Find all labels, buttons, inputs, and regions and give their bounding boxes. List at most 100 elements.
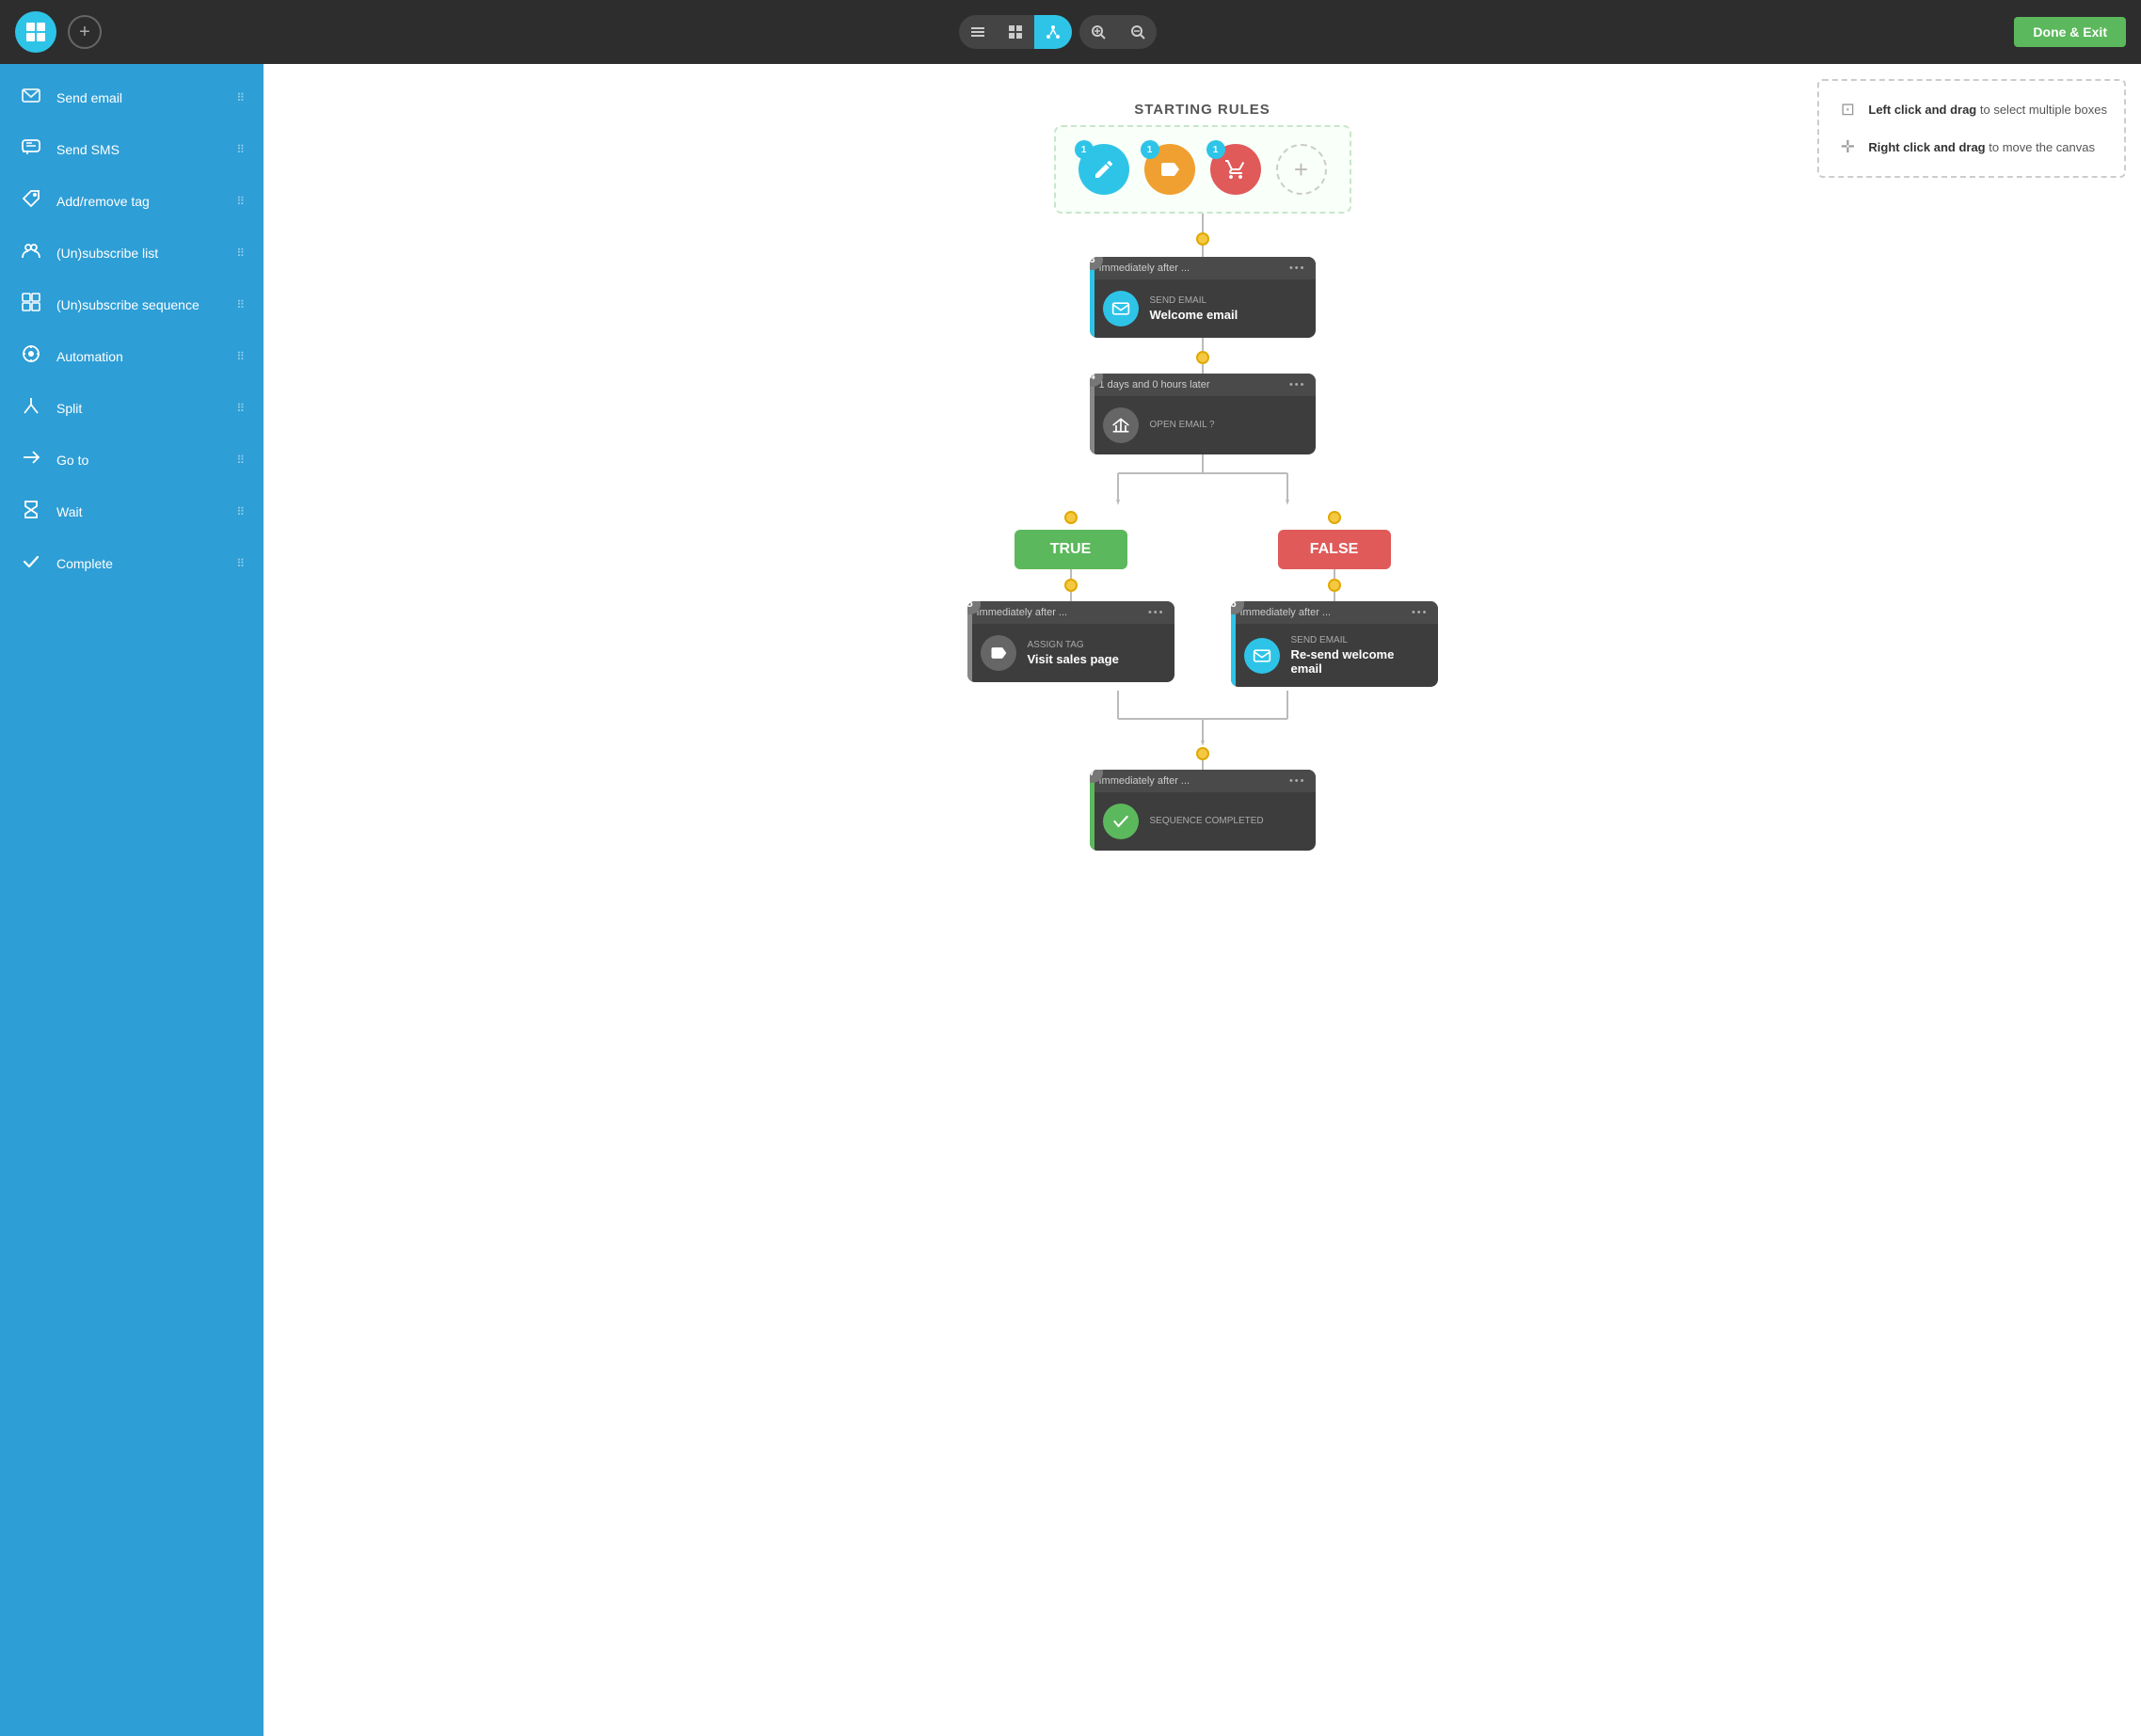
node-body-5: ASSIGN TAG Visit sales page (967, 624, 1174, 682)
false-button[interactable]: FALSE (1278, 530, 1391, 569)
flow-node-4[interactable]: 4 1 days and 0 hours later ••• (1090, 374, 1316, 454)
add-button[interactable]: + (68, 15, 102, 49)
sidebar-item-add-remove-tag[interactable]: Add/remove tag (0, 175, 264, 227)
main-layout: Send email Send SMS Add/ (0, 64, 2141, 1736)
sidebar-item-wait[interactable]: Wait (0, 486, 264, 537)
right-click-icon: ✛ (1836, 132, 1859, 162)
sidebar-label-split: Split (56, 401, 223, 416)
drag-handle-automation[interactable] (236, 350, 245, 363)
node-body-3: SEND EMAIL Welcome email (1090, 279, 1316, 338)
starting-rules-box[interactable]: 1 1 (1054, 125, 1351, 214)
node-options-4[interactable]: ••• (1289, 379, 1306, 390)
false-branch: FALSE 6 (1231, 511, 1438, 687)
node-icon-5 (981, 635, 1016, 671)
drag-handle-unsubscribe-sequence[interactable] (236, 298, 245, 311)
sidebar-item-send-sms[interactable]: Send SMS (0, 123, 264, 175)
connector-dot-1 (1196, 232, 1209, 246)
true-button[interactable]: TRUE (1015, 530, 1127, 569)
unsubscribe-list-icon (19, 240, 43, 265)
drag-handle-go-to[interactable] (236, 454, 245, 467)
split-icon (19, 395, 43, 421)
node-text-6: SEND EMAIL Re-send welcome email (1291, 635, 1425, 676)
sidebar-item-split[interactable]: Split (0, 382, 264, 434)
node-header-4: 1 days and 0 hours later ••• (1090, 374, 1316, 396)
node-header-6: Immediately after ... ••• (1231, 601, 1438, 624)
automation-icon (19, 343, 43, 369)
true-dot (1064, 511, 1078, 524)
add-start-rule-button[interactable]: + (1276, 144, 1327, 195)
node-wrapper-3: 3 Immediately after ... ••• (1090, 257, 1316, 338)
sidebar-item-unsubscribe-list[interactable]: (Un)subscribe list (0, 227, 264, 279)
merge-connector (1202, 760, 1204, 770)
flow-node-3[interactable]: 3 Immediately after ... ••• (1090, 257, 1316, 338)
drag-handle-send-sms[interactable] (236, 143, 245, 156)
start-icon-cart[interactable]: 1 (1210, 144, 1261, 195)
node-text-5: ASSIGN TAG Visit sales page (1028, 640, 1119, 666)
canvas-inner: ⊡ Left click and drag to select multiple… (264, 64, 2141, 1005)
sidebar-label-unsubscribe-list: (Un)subscribe list (56, 246, 223, 261)
flow-node-7[interactable]: 7 Immediately after ... ••• (1090, 770, 1316, 851)
send-sms-icon (19, 136, 43, 162)
done-exit-button[interactable]: Done & Exit (2014, 17, 2126, 47)
sidebar-label-unsubscribe-sequence: (Un)subscribe sequence (56, 297, 223, 312)
node-options-7[interactable]: ••• (1289, 775, 1306, 787)
node-icon-6 (1244, 638, 1280, 674)
connector-line-1 (1202, 214, 1204, 232)
sidebar-label-send-sms: Send SMS (56, 142, 223, 157)
sidebar-item-unsubscribe-sequence[interactable]: (Un)subscribe sequence (0, 279, 264, 330)
flow-diagram: STARTING RULES 1 1 (282, 83, 2122, 851)
flow-view-button[interactable] (1034, 15, 1072, 49)
grid-view-button[interactable] (997, 15, 1034, 49)
start-icon-edit[interactable]: 1 (1078, 144, 1129, 195)
list-view-button[interactable] (959, 15, 997, 49)
node-icon-7 (1103, 804, 1139, 839)
sidebar-item-send-email[interactable]: Send email (0, 72, 264, 123)
sidebar-item-automation[interactable]: Automation (0, 330, 264, 382)
merge-lines-svg (1033, 691, 1372, 747)
zoom-in-button[interactable] (1079, 15, 1117, 49)
start-icon-tag[interactable]: 1 (1144, 144, 1195, 195)
drag-handle-split[interactable] (236, 402, 245, 415)
node-options-6[interactable]: ••• (1412, 607, 1429, 618)
canvas-area[interactable]: ⊡ Left click and drag to select multiple… (264, 64, 2141, 1736)
drag-handle-complete[interactable] (236, 557, 245, 570)
node-icon-4 (1103, 407, 1139, 443)
drag-handle-wait[interactable] (236, 505, 245, 518)
flow-node-6[interactable]: 6 Immediately after ... ••• (1231, 601, 1438, 687)
topbar: + (0, 0, 2141, 64)
flow-node-5[interactable]: 5 Immediately after ... ••• (967, 601, 1174, 682)
right-click-hint: Right click and drag to move the canvas (1868, 136, 2095, 158)
node-wrapper-5: 5 Immediately after ... ••• (967, 601, 1174, 682)
node-body-7: SEQUENCE COMPLETED (1090, 792, 1316, 851)
sidebar-label-go-to: Go to (56, 453, 223, 468)
left-click-icon: ⊡ (1836, 94, 1859, 124)
sidebar-item-go-to[interactable]: Go to (0, 434, 264, 486)
send-email-icon (19, 85, 43, 110)
node-icon-3 (1103, 291, 1139, 326)
node-options-3[interactable]: ••• (1289, 263, 1306, 274)
node-options-5[interactable]: ••• (1148, 607, 1165, 618)
node-text-4: OPEN EMAIL ? (1150, 420, 1215, 432)
drag-handle-unsubscribe-list[interactable] (236, 247, 245, 260)
sidebar-label-automation: Automation (56, 349, 223, 364)
drag-handle-add-remove-tag[interactable] (236, 195, 245, 208)
drag-handle-send-email[interactable] (236, 91, 245, 104)
node-header-7: Immediately after ... ••• (1090, 770, 1316, 792)
left-click-hint: Left click and drag to select multiple b… (1868, 99, 2107, 120)
node-header-3: Immediately after ... ••• (1090, 257, 1316, 279)
false-dot (1328, 511, 1341, 524)
sidebar-item-complete[interactable]: Complete (0, 537, 264, 589)
zoom-out-button[interactable] (1119, 15, 1157, 49)
node-body-6: SEND EMAIL Re-send welcome email (1231, 624, 1438, 687)
starting-rules-label: STARTING RULES (1134, 102, 1270, 118)
add-remove-tag-icon (19, 188, 43, 214)
connector-line-2 (1202, 246, 1204, 257)
false-dot-2 (1328, 579, 1341, 592)
sidebar-label-wait: Wait (56, 504, 223, 519)
connector-line-4 (1202, 364, 1204, 374)
sidebar-label-complete: Complete (56, 556, 223, 571)
unsubscribe-sequence-icon (19, 292, 43, 317)
go-to-icon (19, 447, 43, 472)
false-connector-1 (1334, 569, 1335, 579)
sidebar: Send email Send SMS Add/ (0, 64, 264, 1736)
